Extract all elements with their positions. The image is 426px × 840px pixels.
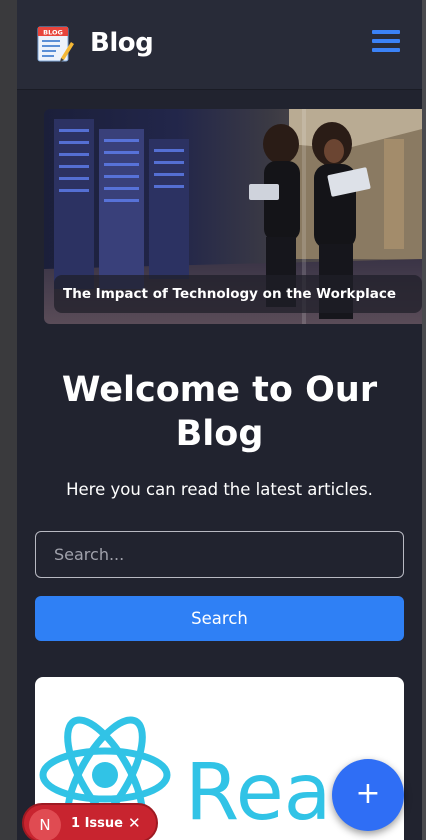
card-logo-text: Rea (185, 748, 331, 838)
close-icon[interactable]: ✕ (128, 814, 141, 832)
hero-caption[interactable]: The Impact of Technology on the Workplac… (54, 275, 422, 313)
hamburger-menu-icon[interactable] (372, 30, 402, 56)
add-button[interactable]: + (332, 759, 404, 831)
search-button[interactable]: Search (35, 596, 404, 641)
site-header: BLOG Blog (17, 0, 422, 90)
brand-title[interactable]: Blog (90, 28, 154, 58)
page: BLOG Blog The Impact of Technology on th… (17, 0, 422, 840)
page-subtitle: Here you can read the latest articles. (66, 480, 373, 499)
issue-count-label[interactable]: 1 Issue (71, 816, 123, 831)
search-input[interactable] (35, 531, 404, 578)
blog-notepad-icon[interactable]: BLOG (35, 24, 75, 64)
hero-banner[interactable]: The Impact of Technology on the Workplac… (44, 109, 422, 324)
devtools-avatar[interactable]: N (29, 809, 61, 840)
page-title-text: Welcome to Our Blog (61, 370, 378, 454)
issue-indicator[interactable]: N 1 Issue ✕ (22, 803, 158, 840)
page-title: Welcome to Our Blog (17, 368, 422, 456)
scrollbar-track[interactable] (422, 0, 426, 840)
svg-text:BLOG: BLOG (43, 29, 63, 37)
